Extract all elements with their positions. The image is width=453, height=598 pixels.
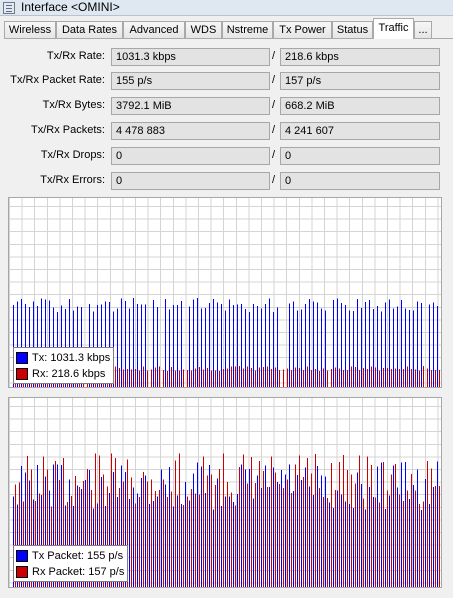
rx-packet-rate-field: 157 p/s (280, 72, 440, 90)
field-row-drops: Tx/Rx Drops: 0 / 0 (0, 147, 453, 165)
field-separator: / (272, 50, 276, 62)
window-icon (3, 2, 15, 14)
window-titlebar: Interface <OMINI> (0, 0, 453, 16)
packet-legend: Tx Packet: 155 p/s Rx Packet: 157 p/s (13, 545, 129, 582)
field-label-drops: Tx/Rx Drops: (40, 149, 105, 161)
field-separator: / (272, 124, 276, 136)
tx-packet-rate-field: 155 p/s (111, 72, 270, 90)
tab-wireless[interactable]: Wireless (4, 21, 56, 39)
tab-more[interactable]: ... (414, 21, 432, 39)
rx-bytes-field: 668.2 MiB (280, 97, 440, 115)
tab-bar: Wireless Data Rates Advanced WDS Nstreme… (4, 18, 453, 39)
tab-nstreme[interactable]: Nstreme (222, 21, 273, 39)
field-separator: / (272, 149, 276, 161)
tx-color-swatch (16, 352, 28, 364)
tab-wds[interactable]: WDS (185, 21, 222, 39)
legend-tx: Tx: 1031.3 kbps (16, 350, 110, 366)
tx-color-swatch (16, 550, 28, 562)
field-label-errors: Tx/Rx Errors: (40, 174, 105, 186)
tab-data-rates[interactable]: Data Rates (56, 21, 123, 39)
field-separator: / (272, 74, 276, 86)
tx-rate-field: 1031.3 kbps (111, 48, 270, 66)
field-row-rate: Tx/Rx Rate: 1031.3 kbps / 218.6 kbps (0, 48, 453, 66)
legend-rx-packet: Rx Packet: 157 p/s (16, 564, 124, 580)
field-label-rate: Tx/Rx Rate: (46, 50, 105, 62)
tx-bytes-field: 3792.1 MiB (111, 97, 270, 115)
legend-rx: Rx: 218.6 kbps (16, 366, 110, 382)
tab-traffic[interactable]: Traffic (373, 18, 414, 39)
tx-errors-field: 0 (111, 172, 270, 190)
legend-tx-label: Tx: 1031.3 kbps (32, 352, 111, 364)
field-separator: / (272, 174, 276, 186)
window-title: Interface <OMINI> (21, 0, 120, 14)
field-label-bytes: Tx/Rx Bytes: (42, 99, 105, 111)
rx-drops-field: 0 (280, 147, 440, 165)
field-separator: / (272, 99, 276, 111)
legend-rx-label: Rx: 218.6 kbps (32, 368, 106, 380)
field-row-errors: Tx/Rx Errors: 0 / 0 (0, 172, 453, 190)
field-label-packets: Tx/Rx Packets: (31, 124, 105, 136)
rx-color-swatch (16, 368, 28, 380)
tab-tx-power[interactable]: Tx Power (273, 21, 332, 39)
packet-graph: Tx Packet: 155 p/s Rx Packet: 157 p/s (8, 397, 442, 588)
rx-errors-field: 0 (280, 172, 440, 190)
tx-drops-field: 0 (111, 147, 270, 165)
rx-color-swatch (16, 566, 28, 578)
tab-advanced[interactable]: Advanced (123, 21, 185, 39)
rx-rate-field: 218.6 kbps (280, 48, 440, 66)
legend-tx-packet: Tx Packet: 155 p/s (16, 548, 124, 564)
traffic-graph: Tx: 1031.3 kbps Rx: 218.6 kbps (8, 197, 442, 388)
traffic-legend: Tx: 1031.3 kbps Rx: 218.6 kbps (13, 347, 115, 384)
legend-tx-packet-label: Tx Packet: 155 p/s (32, 550, 124, 562)
field-label-packet-rate: Tx/Rx Packet Rate: (10, 74, 105, 86)
legend-rx-packet-label: Rx Packet: 157 p/s (32, 566, 125, 578)
rx-packets-field: 4 241 607 (280, 122, 440, 140)
tx-packets-field: 4 478 883 (111, 122, 270, 140)
field-row-packets: Tx/Rx Packets: 4 478 883 / 4 241 607 (0, 122, 453, 140)
tab-status[interactable]: Status (332, 21, 373, 39)
field-row-bytes: Tx/Rx Bytes: 3792.1 MiB / 668.2 MiB (0, 97, 453, 115)
field-row-packet-rate: Tx/Rx Packet Rate: 155 p/s / 157 p/s (0, 72, 453, 90)
